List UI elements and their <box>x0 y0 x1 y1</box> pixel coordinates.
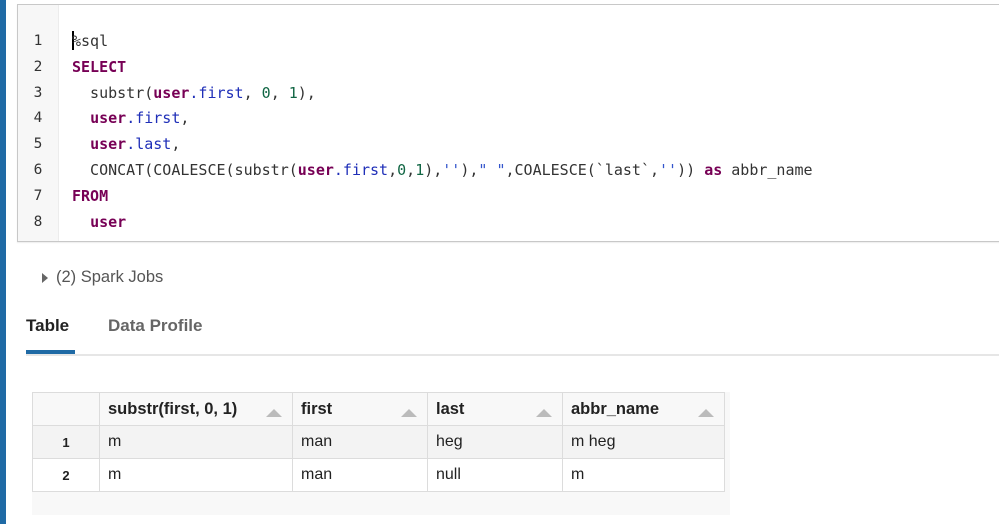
code-token: )) <box>677 161 705 179</box>
code-token: FROM <box>72 186 109 205</box>
active-tab-indicator <box>26 350 75 354</box>
table-cell: man <box>292 458 428 492</box>
code-token: %sql <box>72 32 109 50</box>
code-token: 1 <box>288 83 298 102</box>
line-number: 4 <box>33 110 43 127</box>
row-index: 2 <box>32 458 100 492</box>
sort-ascending-icon[interactable] <box>536 408 552 417</box>
column-header[interactable]: substr(first, 0, 1) <box>99 392 293 426</box>
column-header[interactable]: abbr_name <box>562 392 725 426</box>
code-token: 1 <box>415 161 425 179</box>
table-cell: m heg <box>562 425 725 459</box>
code-token: , <box>270 83 289 102</box>
code-token: as <box>704 161 723 179</box>
line-number: 8 <box>33 213 43 230</box>
table-cell: man <box>292 425 428 459</box>
code-token: .first <box>126 109 181 128</box>
code-token: substr( <box>72 83 154 102</box>
spark-jobs-toggle[interactable]: (2) Spark Jobs <box>42 268 163 287</box>
result-table: substr(first, 0, 1) first last abbr_name… <box>32 392 725 492</box>
table-cell: m <box>99 425 293 459</box>
code-token: ), <box>460 161 479 179</box>
code-token: , <box>406 161 416 179</box>
line-number: 3 <box>33 84 43 101</box>
code-line: %sql <box>72 28 108 54</box>
sort-ascending-icon[interactable] <box>401 408 417 417</box>
table-row: 1 m man heg m heg <box>32 425 725 459</box>
column-header-label: first <box>301 399 333 418</box>
table-cell: m <box>562 458 725 492</box>
code-line: CONCAT(COALESCE(substr(user.first,0,1),'… <box>72 157 813 183</box>
code-line: user.last, <box>72 131 180 157</box>
caret-right-icon <box>42 272 48 283</box>
result-tabs: Table Data Profile <box>26 310 999 356</box>
code-token: .first <box>189 83 244 102</box>
table-cell: m <box>99 458 293 492</box>
line-number: 7 <box>33 187 43 204</box>
code-token: CONCAT(COALESCE(substr( <box>72 161 298 179</box>
column-header[interactable]: first <box>292 392 428 426</box>
code-token: ,COALESCE(`last`, <box>505 161 660 179</box>
code-token: 0 <box>397 161 407 179</box>
code-token: abbr_name <box>722 161 813 179</box>
code-token: , <box>180 109 190 128</box>
code-line: user <box>72 209 126 235</box>
code-line: substr(user.first, 0, 1), <box>72 80 316 106</box>
table-cell: heg <box>427 425 563 459</box>
index-header <box>32 392 100 426</box>
code-token: .last <box>126 135 172 154</box>
code-token: user <box>153 83 190 102</box>
line-number: 2 <box>33 58 43 75</box>
tab-data-profile-label: Data Profile <box>108 316 203 335</box>
tab-table[interactable]: Table <box>26 316 69 352</box>
table-header-row: substr(first, 0, 1) first last abbr_name <box>32 392 725 426</box>
sort-ascending-icon[interactable] <box>698 408 714 417</box>
table-row: 2 m man null m <box>32 458 725 492</box>
line-number: 6 <box>33 162 43 178</box>
code-token: user <box>90 135 127 154</box>
tab-table-label: Table <box>26 316 70 335</box>
code-token: user <box>297 161 334 179</box>
column-header-label: substr(first, 0, 1) <box>108 399 238 418</box>
code-token: user <box>90 109 127 128</box>
line-number-gutter: 1 2 3 4 5 6 7 8 <box>18 5 59 241</box>
code-token: ), <box>424 161 443 179</box>
code-token: , <box>243 83 262 102</box>
table-cell: null <box>427 458 563 492</box>
result-table-container: substr(first, 0, 1) first last abbr_name… <box>32 392 730 515</box>
tab-data-profile[interactable]: Data Profile <box>108 316 202 352</box>
code-token: user <box>90 212 127 231</box>
code-token: , <box>388 161 398 179</box>
code-token: 0 <box>261 83 271 102</box>
code-token: '' <box>442 161 461 179</box>
code-token: '' <box>659 161 678 179</box>
column-header-label: abbr_name <box>571 399 660 418</box>
code-editor[interactable]: 12345678 %sql SELECT substr(user.first, 0… <box>17 4 999 242</box>
cell-focus-bar <box>0 0 6 524</box>
code-token: , <box>171 135 181 154</box>
code-token: .first <box>333 161 389 179</box>
code-line: SELECT <box>72 54 126 80</box>
line-number: 5 <box>33 136 43 153</box>
code-token: ), <box>297 83 316 102</box>
code-token: SELECT <box>72 57 127 76</box>
code-token: " " <box>478 161 506 179</box>
code-line: user.first, <box>72 105 189 131</box>
code-line: FROM <box>72 183 108 209</box>
spark-jobs-label: (2) Spark Jobs <box>56 268 164 286</box>
column-header-label: last <box>436 399 465 418</box>
row-index: 1 <box>32 425 100 459</box>
sort-ascending-icon[interactable] <box>266 408 282 417</box>
column-header[interactable]: last <box>427 392 563 426</box>
line-number: 1 <box>33 33 43 49</box>
